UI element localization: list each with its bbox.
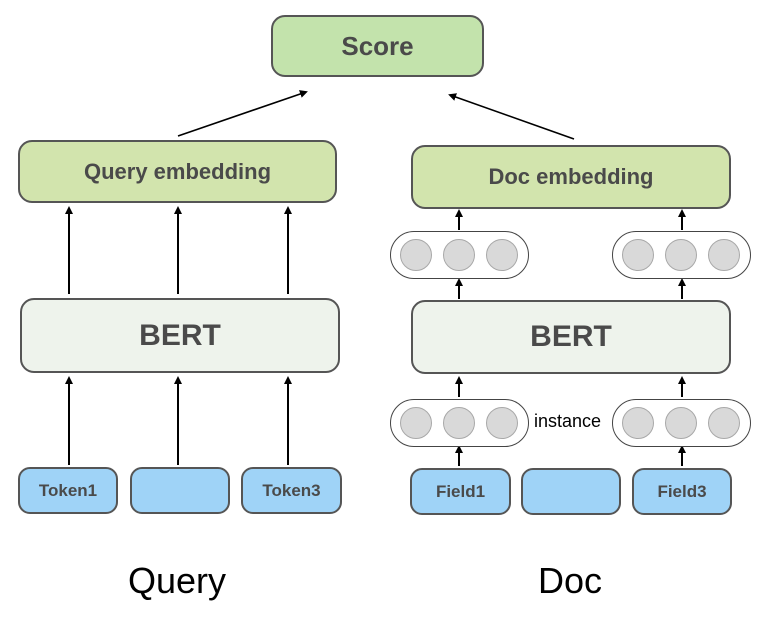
doc-caption: Doc [538, 560, 603, 601]
query-token-2 [130, 467, 230, 514]
vector-node [665, 239, 697, 271]
vector-node [708, 407, 740, 439]
doc-input-vector-2 [612, 399, 751, 447]
vector-node [400, 407, 432, 439]
doc-embedding-node: Doc embedding [411, 145, 731, 209]
doc-bert-label: BERT [530, 320, 612, 353]
query-bert-label: BERT [139, 318, 221, 352]
query-token-1: Token1 [18, 467, 118, 514]
doc-input-vector-1 [390, 399, 529, 447]
vector-node [486, 407, 518, 439]
doc-bert-node: BERT [411, 300, 731, 374]
instance-label: instance [534, 411, 602, 431]
field-label: Field1 [435, 481, 486, 501]
doc-output-vector-1 [390, 231, 529, 279]
doc-field-3: Field3 [632, 468, 732, 515]
vector-node [622, 407, 654, 439]
vector-node [665, 407, 697, 439]
doc-field-2 [521, 468, 621, 515]
query-token-3: Token3 [241, 467, 342, 514]
vector-node [400, 239, 432, 271]
query-caption: Query [128, 560, 227, 601]
doc-output-vector-2 [612, 231, 751, 279]
query-embedding-node: Query embedding [18, 140, 337, 203]
query-embedding-label: Query embedding [83, 158, 272, 184]
arrow-doc-to-score [448, 93, 575, 140]
doc-embedding-label: Doc embedding [488, 164, 654, 189]
score-node: Score [271, 15, 484, 77]
vector-node [708, 239, 740, 271]
token-label: Token1 [38, 480, 98, 500]
field-label: Field3 [657, 481, 707, 501]
doc-field-1: Field1 [410, 468, 511, 515]
vector-node [622, 239, 654, 271]
vector-node [443, 407, 475, 439]
vector-node [443, 239, 475, 271]
token-label: Token3 [262, 480, 321, 500]
score-label: Score [341, 30, 414, 61]
arrow-query-to-score [177, 90, 308, 137]
vector-node [486, 239, 518, 271]
query-bert-node: BERT [20, 298, 340, 373]
